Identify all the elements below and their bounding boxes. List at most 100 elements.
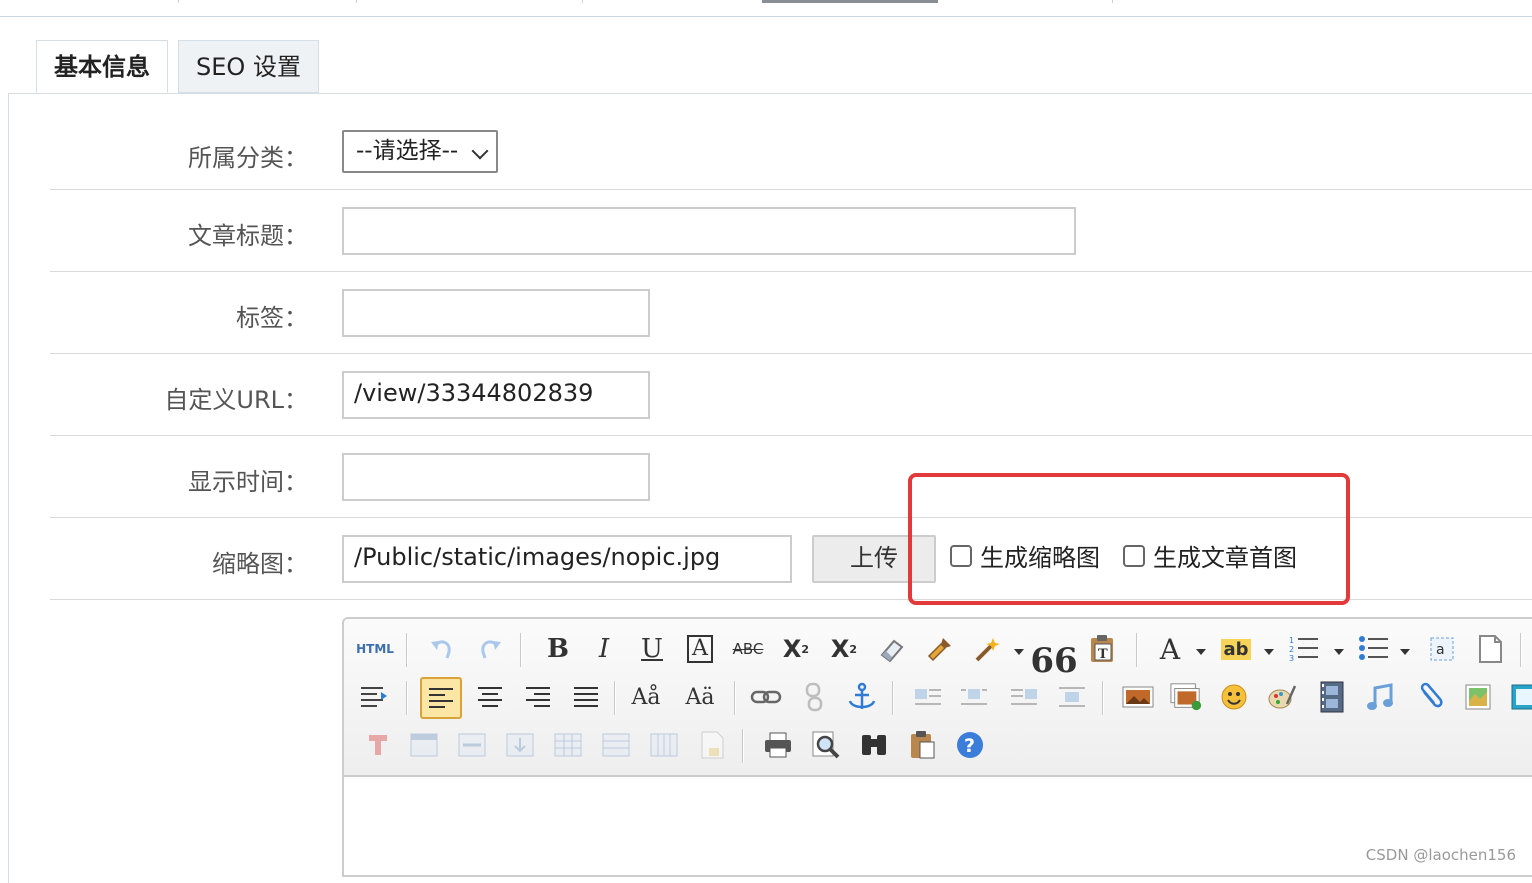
thumbnail-label: 缩略图： — [212, 550, 308, 578]
editor-content-area[interactable] — [344, 777, 1532, 875]
redo-icon[interactable] — [474, 633, 506, 665]
rich-text-editor: HTML B I U A ABC X2 X2 66 T A ab 1 2 3 a… — [342, 617, 1532, 877]
svg-text:2: 2 — [1289, 645, 1294, 654]
insert-image-icon[interactable] — [1122, 681, 1154, 713]
split-cells-icon[interactable] — [648, 729, 680, 761]
help-icon[interactable]: ? — [954, 729, 986, 761]
indent-icon[interactable] — [358, 681, 390, 713]
title-label: 文章标题： — [188, 222, 308, 250]
blockquote-icon[interactable]: 66 — [1030, 633, 1077, 678]
generate-cover-option[interactable]: 生成文章首图 — [1123, 538, 1297, 573]
scrawl-icon[interactable] — [1266, 681, 1298, 713]
align-left-icon[interactable] — [420, 677, 462, 719]
image-right-icon[interactable] — [1008, 681, 1040, 713]
insert-col-icon[interactable] — [552, 729, 584, 761]
paste-icon[interactable] — [906, 729, 938, 761]
image-center-icon[interactable] — [958, 681, 990, 713]
category-select[interactable]: --请选择-- — [342, 130, 498, 173]
watermark: CSDN @laochen156 — [1365, 846, 1516, 864]
highlight-icon[interactable]: ab — [1220, 633, 1252, 665]
font-border-icon[interactable]: A — [684, 633, 716, 665]
multi-image-icon[interactable] — [1170, 681, 1202, 713]
toolbar-separator — [734, 681, 736, 715]
insert-table-icon[interactable] — [408, 729, 440, 761]
unordered-list-dropdown[interactable] — [1400, 649, 1410, 655]
underline-icon[interactable]: U — [636, 633, 668, 665]
search-replace-icon[interactable] — [858, 729, 890, 761]
align-right-icon[interactable] — [522, 681, 554, 713]
attachment-icon[interactable] — [1414, 681, 1446, 713]
generate-thumbnail-checkbox[interactable] — [950, 544, 972, 567]
generate-cover-checkbox[interactable] — [1123, 544, 1145, 567]
subscript-icon[interactable]: X2 — [828, 633, 860, 665]
generate-cover-label: 生成文章首图 — [1153, 544, 1297, 572]
preview-icon[interactable] — [810, 729, 842, 761]
select-all-icon[interactable]: a — [1426, 633, 1458, 665]
generate-thumbnail-label: 生成缩略图 — [980, 544, 1100, 572]
custom-url-input[interactable]: /view/33344802839 — [342, 371, 650, 419]
toolbar-separator — [1520, 633, 1522, 667]
bold-icon[interactable]: B — [542, 633, 574, 665]
delete-table-icon[interactable] — [456, 729, 488, 761]
highlight-dropdown[interactable] — [1264, 649, 1274, 655]
top-tab-strip — [0, 0, 1532, 17]
generate-thumbnail-option[interactable]: 生成缩略图 — [950, 538, 1100, 573]
link-icon[interactable] — [750, 681, 782, 713]
active-tab-indicator — [762, 0, 938, 3]
font-color-dropdown[interactable] — [1196, 649, 1206, 655]
superscript-icon[interactable]: X2 — [780, 633, 812, 665]
paste-text-icon[interactable]: T — [1086, 633, 1118, 665]
font-color-icon[interactable]: A — [1154, 633, 1186, 666]
title-input[interactable] — [342, 207, 1076, 255]
map-icon[interactable] — [1462, 681, 1494, 713]
svg-text:3: 3 — [1289, 654, 1294, 663]
insert-row-icon[interactable] — [504, 729, 536, 761]
toolbar-separator — [1136, 633, 1138, 667]
insert-frame-icon[interactable] — [362, 729, 394, 761]
tab-seo-settings[interactable]: SEO 设置 — [178, 40, 319, 93]
eraser-icon[interactable] — [876, 633, 908, 665]
html-icon[interactable]: HTML — [356, 633, 394, 665]
font-size-down-icon[interactable]: Aä — [684, 681, 716, 713]
category-selected-value: --请选择-- — [356, 138, 459, 164]
toolbar-separator — [520, 633, 522, 667]
editor-toolbar: HTML B I U A ABC X2 X2 66 T A ab 1 2 3 a… — [344, 619, 1532, 777]
italic-icon[interactable]: I — [588, 633, 620, 665]
undo-icon[interactable] — [426, 633, 458, 665]
display-time-input[interactable] — [342, 453, 650, 501]
toolbar-separator — [406, 633, 408, 667]
video-icon[interactable] — [1316, 681, 1348, 713]
music-icon[interactable] — [1364, 681, 1396, 713]
tab-basic-info[interactable]: 基本信息 — [36, 40, 168, 93]
format-brush-icon[interactable] — [924, 633, 956, 665]
merge-cells-icon[interactable] — [600, 729, 632, 761]
font-size-up-icon[interactable]: Aå — [630, 681, 662, 713]
image-none-icon[interactable] — [1056, 681, 1088, 713]
strikethrough-icon[interactable]: ABC — [732, 633, 764, 665]
custom-url-label: 自定义URL： — [164, 386, 308, 414]
ordered-list-icon[interactable]: 123 — [1288, 633, 1320, 665]
print-icon[interactable] — [762, 729, 794, 761]
toolbar-separator — [742, 729, 744, 763]
chevron-down-icon — [471, 142, 489, 160]
image-left-icon[interactable] — [912, 681, 944, 713]
ordered-list-dropdown[interactable] — [1334, 649, 1344, 655]
unlink-icon[interactable] — [798, 681, 830, 713]
auto-format-dropdown[interactable] — [1014, 649, 1024, 655]
toolbar-separator — [406, 681, 408, 715]
page-break-icon[interactable] — [696, 729, 728, 761]
clear-doc-icon[interactable] — [1474, 633, 1506, 665]
align-justify-icon[interactable] — [570, 681, 602, 713]
thumbnail-path-input[interactable]: /Public/static/images/nopic.jpg — [342, 535, 792, 583]
toolbar-separator — [892, 681, 894, 715]
align-center-icon[interactable] — [474, 681, 506, 713]
anchor-icon[interactable] — [846, 681, 878, 713]
form-row-tags: 标签： — [50, 272, 1532, 354]
unordered-list-icon[interactable] — [1358, 633, 1390, 665]
emoticon-icon[interactable] — [1218, 681, 1250, 713]
display-time-label: 显示时间： — [188, 468, 308, 496]
tab-divider — [356, 0, 357, 3]
auto-format-icon[interactable] — [972, 633, 1004, 665]
gmap-icon[interactable] — [1508, 681, 1532, 713]
tags-input[interactable] — [342, 289, 650, 337]
